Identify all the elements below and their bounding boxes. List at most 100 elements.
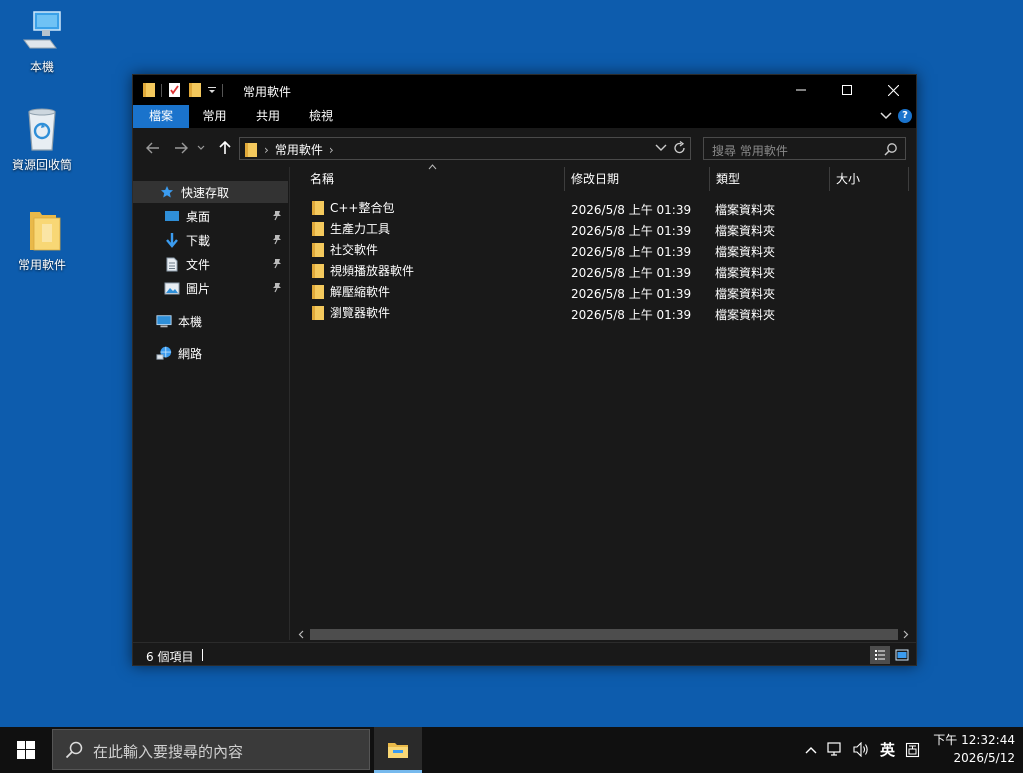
scrollbar-thumb[interactable] (310, 629, 898, 640)
item-count: 6 個項目 (146, 650, 194, 664)
pin-icon[interactable] (272, 210, 282, 221)
column-header-size[interactable]: 大小 (830, 167, 907, 191)
window-title: 常用軟件 (243, 85, 292, 99)
file-type: 檔案資料夾 (715, 245, 776, 259)
file-name: 生產力工具 (330, 222, 391, 236)
chevron-left-icon (298, 630, 304, 639)
file-name: 瀏覽器軟件 (330, 306, 391, 320)
address-dropdown-icon[interactable] (655, 143, 667, 153)
file-row[interactable]: 解壓縮軟件 2026/5/8 上午 01:39 檔案資料夾 (291, 281, 916, 302)
title-bar[interactable]: 常用軟件 (133, 75, 916, 105)
breadcrumb-separator[interactable]: › (264, 143, 269, 157)
forward-button[interactable] (171, 138, 191, 158)
file-row[interactable]: C++整合包 2026/5/8 上午 01:39 檔案資料夾 (291, 197, 916, 218)
minimize-button[interactable] (778, 75, 824, 105)
taskbar-search-input[interactable]: 在此輸入要搜尋的內容 (52, 729, 370, 770)
new-folder-icon[interactable] (188, 82, 202, 98)
recent-locations-button[interactable] (195, 138, 207, 158)
help-icon[interactable]: ? (898, 109, 912, 123)
taskbar: 在此輸入要搜尋的內容 英 下午 12:32:44 2026/5/12 (0, 727, 1023, 773)
nav-item-pictures[interactable]: 圖片 (133, 277, 288, 299)
folder-icon (30, 212, 61, 251)
large-icons-view-icon (895, 649, 909, 661)
file-date: 2026/5/8 上午 01:39 (571, 287, 692, 301)
nav-item-this-pc[interactable]: 本機 (133, 310, 288, 332)
toolbar-divider (161, 83, 162, 97)
chevron-right-icon (903, 630, 909, 639)
ribbon-controls: ? (880, 109, 912, 123)
search-icon (65, 741, 83, 759)
file-row[interactable]: 視頻播放器軟件 2026/5/8 上午 01:39 檔案資料夾 (291, 260, 916, 281)
file-explorer-window: 常用軟件 檔案 常用 共用 檢視 ? › 常用軟件 › 搜尋 常用軟件 快速存取… (132, 74, 917, 666)
pin-icon[interactable] (272, 234, 282, 245)
file-row[interactable]: 生產力工具 2026/5/8 上午 01:39 檔案資料夾 (291, 218, 916, 239)
desktop-icon-label: 本機 (29, 60, 54, 74)
nav-item-quick-access[interactable]: 快速存取 (133, 181, 288, 203)
nav-item-label: 本機 (178, 314, 203, 329)
desktop-icon-common-software[interactable]: 常用軟件 (4, 206, 80, 273)
search-input[interactable]: 搜尋 常用軟件 (703, 137, 906, 160)
breadcrumb: › 常用軟件 › (244, 141, 334, 158)
file-row[interactable]: 瀏覽器軟件 2026/5/8 上午 01:39 檔案資料夾 (291, 302, 916, 323)
chevron-down-icon (197, 145, 205, 150)
volume-icon[interactable] (853, 742, 870, 757)
input-method-indicator[interactable]: 英 (880, 739, 895, 760)
scroll-left-button[interactable] (293, 627, 309, 642)
nav-item-desktop[interactable]: 桌面 (133, 205, 288, 227)
address-controls (655, 141, 686, 155)
tab-share[interactable]: 共用 (240, 105, 296, 128)
folder-icon (311, 284, 325, 300)
minimize-icon (796, 89, 806, 91)
ime-mode-icon[interactable] (905, 742, 920, 758)
folder-icon (311, 242, 325, 258)
search-icon (884, 143, 897, 156)
nav-item-documents[interactable]: 文件 (133, 253, 288, 275)
tab-view[interactable]: 檢視 (296, 105, 346, 128)
file-explorer-icon (388, 743, 408, 758)
windows-logo-icon (17, 741, 35, 759)
scroll-right-button[interactable] (898, 627, 914, 642)
file-name: 社交軟件 (330, 243, 379, 257)
file-type: 檔案資料夾 (715, 224, 776, 238)
column-divider[interactable] (908, 167, 909, 191)
arrow-up-icon (219, 141, 231, 154)
file-row[interactable]: 社交軟件 2026/5/8 上午 01:39 檔案資料夾 (291, 239, 916, 260)
up-button[interactable] (215, 138, 235, 158)
properties-icon[interactable] (167, 82, 183, 98)
tab-home[interactable]: 常用 (189, 105, 240, 128)
maximize-button[interactable] (824, 75, 870, 105)
chevron-up-icon[interactable] (805, 746, 817, 754)
horizontal-scrollbar[interactable] (291, 627, 916, 642)
start-button[interactable] (0, 727, 52, 773)
expand-ribbon-icon[interactable] (880, 111, 892, 121)
large-icons-view-button[interactable] (892, 646, 912, 664)
pin-icon[interactable] (272, 258, 282, 269)
taskbar-file-explorer[interactable] (374, 727, 422, 773)
nav-item-downloads[interactable]: 下載 (133, 229, 288, 251)
clock-time: 下午 12:32:44 (933, 733, 1015, 747)
close-button[interactable] (870, 75, 916, 105)
nav-item-network[interactable]: 網路 (133, 342, 288, 364)
pictures-icon (164, 280, 180, 296)
refresh-icon[interactable] (673, 141, 686, 155)
folder-icon (311, 305, 325, 321)
column-header-name[interactable]: 名稱 (304, 167, 564, 191)
customize-toolbar-icon[interactable] (207, 85, 217, 95)
tab-file[interactable]: 檔案 (133, 105, 189, 128)
address-bar[interactable]: › 常用軟件 › (239, 137, 691, 160)
back-button[interactable] (143, 138, 163, 158)
pin-icon[interactable] (272, 282, 282, 293)
file-date: 2026/5/8 上午 01:39 (571, 308, 692, 322)
desktop-icon-this-pc[interactable]: 本機 (4, 10, 80, 75)
nav-item-label: 圖片 (186, 281, 211, 296)
breadcrumb-separator[interactable]: › (329, 143, 334, 157)
arrow-left-icon (146, 142, 159, 154)
column-headers: 名稱 修改日期 類型 大小 (291, 164, 916, 191)
taskbar-clock[interactable]: 下午 12:32:44 2026/5/12 (933, 731, 1015, 767)
breadcrumb-item[interactable]: 常用軟件 (275, 141, 323, 158)
column-header-type[interactable]: 類型 (710, 167, 828, 191)
column-header-date[interactable]: 修改日期 (565, 167, 708, 191)
details-view-button[interactable] (870, 646, 890, 664)
desktop-icon-recycle-bin[interactable]: 資源回收筒 (4, 106, 80, 173)
network-status-icon[interactable] (827, 742, 843, 757)
